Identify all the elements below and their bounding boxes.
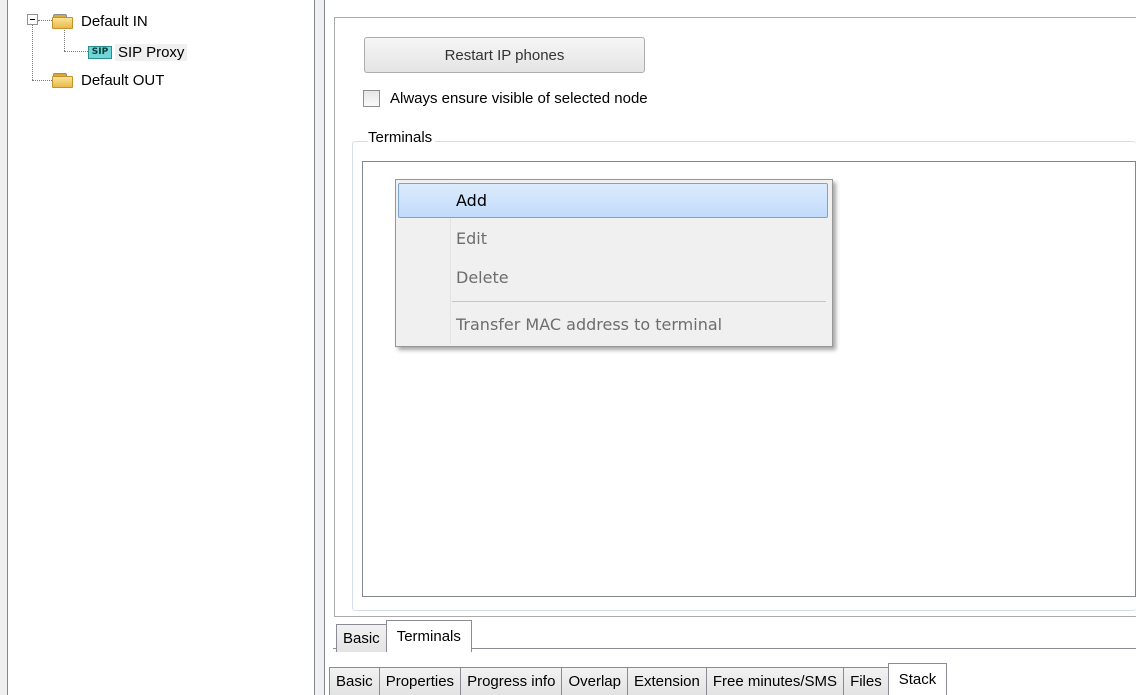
menu-item-add[interactable]: Add [398,183,828,218]
tab-files[interactable]: Files [843,667,889,695]
tab-properties[interactable]: Properties [378,667,462,695]
context-menu: Add Edit Delete Transfer MAC address to … [395,179,833,347]
tab-stack[interactable]: Stack [887,663,948,695]
tab-overlap[interactable]: Overlap [561,667,628,695]
collapse-toggle[interactable] [27,14,38,25]
tree-node-sip-proxy[interactable]: SIP SIP Proxy [88,42,188,62]
tree-line [32,22,33,80]
tree-node-label: Default IN [81,12,148,30]
inner-tabstrip: Basic Terminals [336,620,472,652]
tree-node-label: SIP Proxy [115,43,188,61]
always-visible-label: Always ensure visible of selected node [390,90,648,107]
tree-line [64,51,88,52]
menu-item-delete[interactable]: Delete [398,261,828,296]
tab-extension[interactable]: Extension [626,667,707,695]
tree-node-default-in[interactable]: Default IN [52,11,151,31]
sip-icon: SIP [88,45,112,59]
tree-line [32,80,54,81]
folder-icon [52,72,74,88]
tab-progress-info[interactable]: Progress info [460,667,563,695]
menu-item-edit[interactable]: Edit [398,222,828,257]
tree-node-label: Default OUT [81,71,165,89]
always-visible-checkbox[interactable] [363,90,380,107]
tab-free-minutes-sms[interactable]: Free minutes/SMS [705,667,845,695]
menu-separator [452,301,826,302]
terminals-groupbox-title: Terminals [368,129,436,146]
outer-tabstrip: Basic Properties Progress info Overlap E… [329,663,948,695]
tab-terminals[interactable]: Terminals [385,620,472,652]
always-visible-option[interactable]: Always ensure visible of selected node [363,90,648,107]
restart-ip-phones-button[interactable]: Restart IP phones [364,37,645,73]
tree-node-default-out[interactable]: Default OUT [52,70,167,90]
tree-line [64,30,65,51]
menu-item-transfer-mac[interactable]: Transfer MAC address to terminal [398,308,828,343]
tab-basic[interactable]: Basic [329,667,380,695]
tab-basic-inner[interactable]: Basic [336,624,387,652]
tree-panel: Default IN SIP SIP Proxy Default OUT [7,0,315,695]
folder-icon [52,13,74,29]
tree-line [38,20,52,21]
